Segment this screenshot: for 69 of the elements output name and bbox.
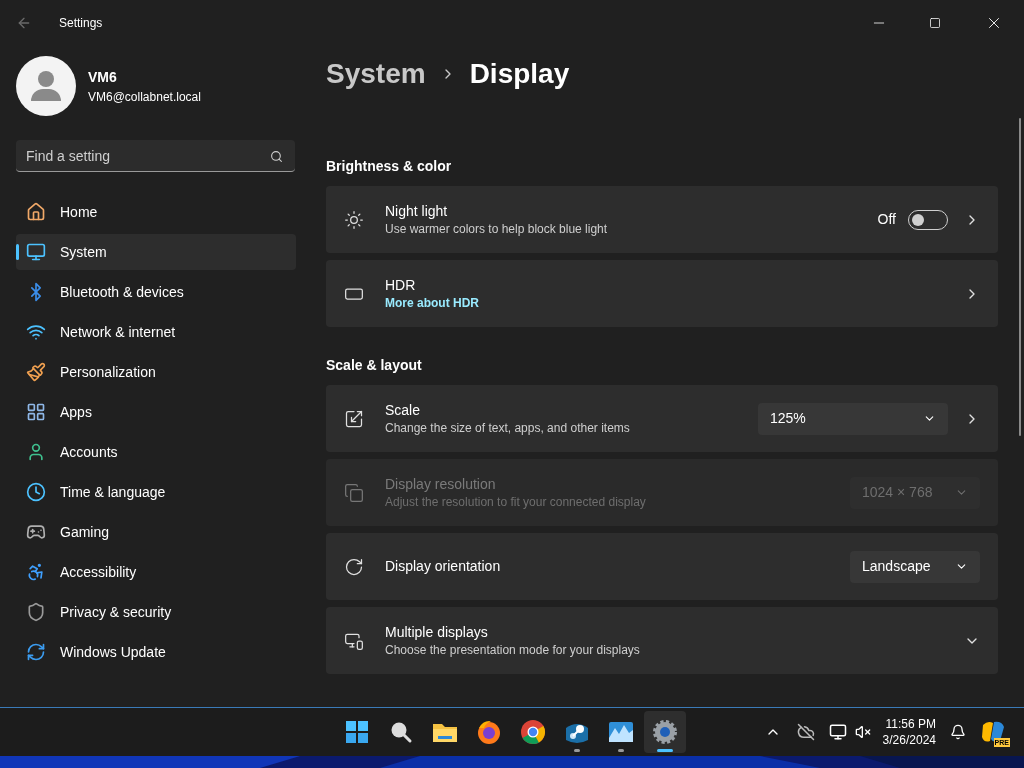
monitor-icon (26, 242, 46, 262)
hdr-link[interactable]: More about HDR (385, 295, 964, 311)
setting-title: HDR (385, 276, 417, 295)
scale-icon (344, 408, 364, 429)
update-icon (26, 642, 46, 662)
sidebar-item[interactable]: Gaming (16, 514, 296, 550)
gear-icon (651, 718, 679, 746)
apps-icon (26, 402, 46, 422)
brightness-icon (344, 209, 364, 230)
orientation-icon (344, 556, 364, 577)
gamepad-icon (26, 522, 46, 542)
sidebar-item[interactable]: Home (16, 194, 296, 230)
search-icon (270, 150, 283, 163)
setting-card[interactable]: Night light Use warmer colors to help block blue light Off (326, 186, 998, 253)
shield-icon (26, 602, 46, 622)
bell-icon[interactable] (950, 724, 966, 740)
window-title: Settings (59, 15, 103, 32)
sidebar-item[interactable]: Time & language (16, 474, 296, 510)
setting-title: Display orientation (385, 557, 502, 576)
section-header: Brightness & color (326, 157, 453, 176)
house-icon (26, 202, 46, 222)
avatar (16, 56, 76, 116)
sidebar-item[interactable]: Privacy & security (16, 594, 296, 630)
setting-card[interactable]: Display orientation Landscape (326, 533, 998, 600)
breadcrumb-current: Display (469, 57, 570, 91)
resolution-icon (344, 482, 364, 503)
setting-description: Choose the presentation mode for your displays (385, 642, 641, 658)
setting-card[interactable]: Multiple displays Choose the presentation mode for your displays (326, 607, 998, 674)
setting-description: Use warmer colors to help block blue light (385, 221, 609, 237)
setting-title: Display resolution (385, 475, 497, 494)
search-icon (389, 720, 413, 744)
search-field[interactable]: Find a setting (16, 140, 295, 172)
sidebar-item[interactable]: Personalization (16, 354, 296, 390)
setting-title: Multiple displays (385, 623, 489, 642)
maximize-icon[interactable] (929, 17, 941, 29)
windows-logo-icon (345, 720, 369, 744)
monitor-icon[interactable] (828, 723, 847, 741)
setting-description: Adjust the resolution to fit your connected display (385, 494, 647, 510)
sidebar-item[interactable]: System (16, 234, 296, 270)
brush-icon (26, 362, 46, 382)
clock[interactable]: 11:56 PM 3/26/2024 (882, 716, 936, 748)
sidebar-item[interactable]: Apps (16, 394, 296, 430)
sidebar-item[interactable]: Bluetooth & devices (16, 274, 296, 310)
cloud-off-icon[interactable] (796, 723, 815, 741)
sidebar-item[interactable]: Windows Update (16, 634, 296, 670)
user-name: VM6 (88, 67, 118, 87)
user-email: VM6@collabnet.local (88, 88, 201, 106)
sidebar-item[interactable]: Accessibility (16, 554, 296, 590)
setting-title: Night light (385, 202, 449, 221)
browser-icon (519, 718, 547, 746)
fox-globe-icon (475, 718, 503, 746)
toggle-state-label: Off (877, 210, 896, 229)
dropdown[interactable]: Landscape (850, 550, 980, 583)
volume-muted-icon[interactable] (854, 724, 871, 740)
setting-card[interactable]: Scale Change the size of text, apps, and other items 125% (326, 385, 998, 452)
breadcrumb-parent[interactable]: System (326, 53, 426, 95)
taskbar-app[interactable] (644, 711, 686, 753)
wifi-icon (26, 322, 46, 342)
setting-title: Scale (385, 401, 422, 420)
sidebar-item[interactable]: Accounts (16, 434, 296, 470)
setting-card[interactable]: HDR More about HDR (326, 260, 998, 327)
sidebar-item[interactable]: Network & internet (16, 314, 296, 350)
clock-icon (26, 482, 46, 502)
scrollbar[interactable] (1019, 118, 1021, 436)
accessibility-icon (26, 562, 46, 582)
dropdown[interactable]: 125% (758, 402, 948, 435)
section-header: Scale & layout (326, 356, 423, 375)
setting-description: Change the size of text, apps, and other items (385, 420, 631, 436)
person-icon (26, 442, 46, 462)
